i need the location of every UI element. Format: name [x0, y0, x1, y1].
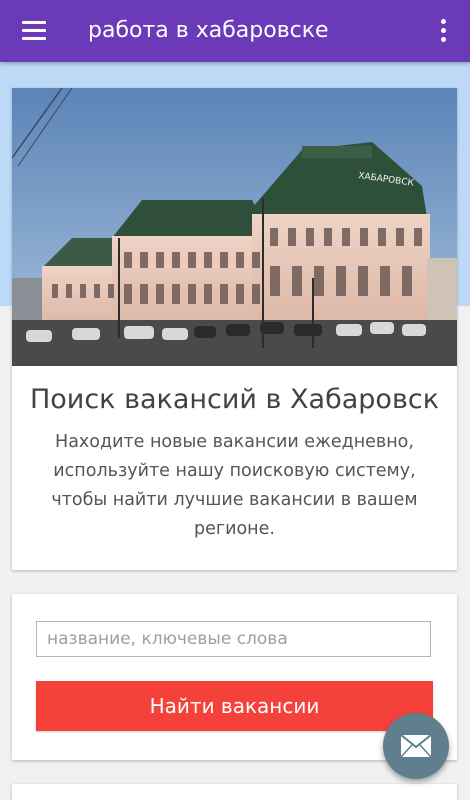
mail-fab-button[interactable]: [383, 713, 449, 779]
app-bar: работа в хабаровске: [0, 0, 470, 62]
next-card: [12, 784, 457, 800]
find-jobs-button[interactable]: Найти вакансии: [36, 681, 433, 731]
page-description: Находите новые вакансии ежедневно, испол…: [51, 432, 418, 539]
app-title: работа в хабаровске: [88, 18, 329, 43]
mail-envelope-icon: [401, 735, 431, 757]
hero-card: ХАБАРОВСК Поиск вакансий в Хабаровск Нах…: [12, 88, 457, 570]
page-title: Поиск вакансий в Хабаровск: [29, 384, 440, 415]
search-input[interactable]: [36, 621, 431, 657]
city-photo: ХАБАРОВСК: [12, 88, 457, 366]
hamburger-menu-icon[interactable]: [14, 16, 54, 46]
more-vert-icon[interactable]: [430, 16, 456, 46]
